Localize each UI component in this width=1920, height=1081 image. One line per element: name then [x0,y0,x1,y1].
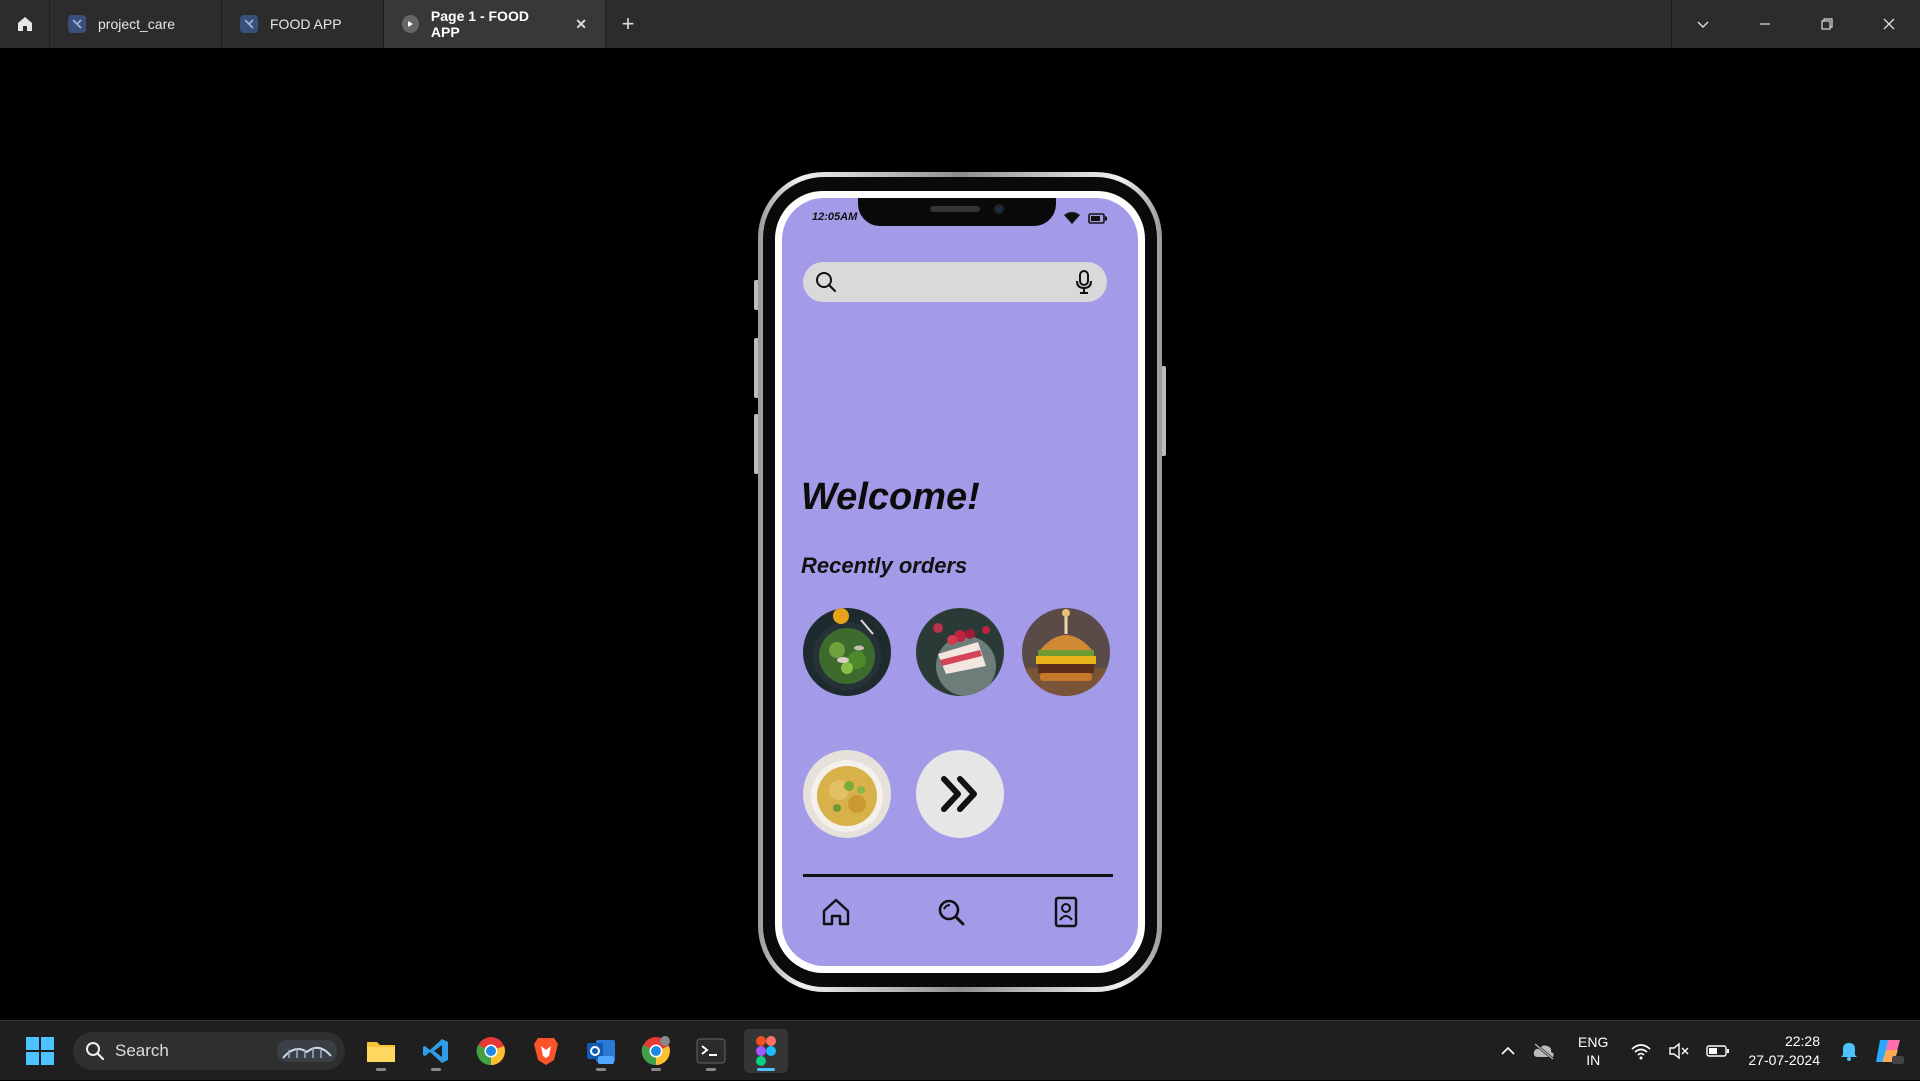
phone-screen: 12:05AM Welcome! Recently orders [782,198,1138,966]
tab-label: FOOD APP [270,16,342,32]
figma-icon [756,1035,776,1066]
battery-status[interactable] [1706,1044,1730,1058]
battery-icon [1706,1045,1730,1057]
vscode-icon [423,1038,448,1063]
chrome-icon [641,1035,670,1065]
outlook-icon [587,1039,615,1064]
tabs-dropdown-button[interactable] [1672,0,1734,48]
minimize-icon [1760,23,1770,25]
clock[interactable]: 22:28 27-07-2024 [1748,1032,1820,1070]
home-icon [822,898,850,926]
recent-orders-heading: Recently orders [801,553,968,578]
vscode-app[interactable] [414,1029,458,1073]
taskbar: Search ENG IN 22:28 27-07-2024 [0,1020,1920,1080]
terminal-icon [696,1038,726,1063]
home-icon [17,17,32,31]
tab-project-care[interactable]: project_care [50,0,222,48]
nav-search[interactable] [933,894,969,930]
phone-frame: 12:05AM Welcome! Recently orders [758,172,1162,992]
brave-lion-icon [534,1037,558,1065]
volume-status[interactable] [1668,1042,1690,1060]
close-tab-icon[interactable]: ✕ [575,16,587,33]
search-icon [816,272,837,293]
system-tray: ENG IN 22:28 27-07-2024 [1492,1021,1920,1081]
play-icon [402,15,419,33]
onedrive-status[interactable] [1532,1042,1556,1060]
status-icons [1064,212,1108,224]
bottom-nav-divider [803,874,1113,877]
search-icon [938,899,965,926]
close-window-button[interactable] [1858,0,1920,48]
copilot-icon [1876,1040,1904,1064]
lang-line1: ENG [1578,1034,1609,1050]
figma-file-icon [68,15,86,33]
search-icon [86,1041,105,1060]
battery-icon [1088,212,1107,224]
windows-logo-icon [26,1036,54,1065]
search-input[interactable] [803,262,1107,302]
file-explorer-app[interactable] [359,1029,403,1073]
copilot-button[interactable] [1874,1036,1904,1066]
recent-order-salad[interactable] [803,608,891,696]
taskbar-search-input[interactable]: Search [73,1031,345,1070]
chevron-up-icon [1501,1046,1515,1055]
speaker-muted-icon [1669,1042,1689,1060]
recent-order-burger[interactable] [1022,608,1110,696]
search-highlight-illustration-icon [277,1039,337,1062]
tab-label: project_care [98,16,176,32]
tab-label: Page 1 - FOOD APP [430,8,529,40]
chrome-profile-app[interactable] [634,1029,678,1073]
tab-food-app[interactable]: FOOD APP [222,0,384,48]
restore-icon [1821,18,1833,30]
cloud-off-icon [1533,1043,1554,1060]
phone-notch [858,198,1056,226]
double-chevron-right-icon [941,776,977,812]
start-button[interactable] [18,1029,62,1073]
microphone-icon[interactable] [1075,270,1093,294]
close-icon [1883,18,1895,30]
taskbar-search-label: Search [115,1040,169,1060]
minimize-button[interactable] [1734,0,1796,48]
prototype-canvas: 12:05AM Welcome! Recently orders [0,48,1920,1020]
wifi-icon [1064,212,1080,224]
nav-home[interactable] [818,894,854,930]
welcome-heading: Welcome! [801,476,980,518]
clock-date: 27-07-2024 [1748,1052,1820,1068]
wifi-icon [1631,1044,1651,1060]
chrome-app[interactable] [469,1029,513,1073]
new-tab-button[interactable]: + [606,0,650,48]
recent-order-fried-rice[interactable] [803,750,891,838]
show-hidden-icons-button[interactable] [1500,1043,1516,1059]
terminal-app[interactable] [689,1029,733,1073]
recent-order-cake[interactable] [916,608,1004,696]
language-indicator[interactable]: ENG IN [1578,1033,1608,1069]
chrome-icon [476,1036,505,1065]
status-time: 12:05AM [812,211,858,223]
title-bar: project_care FOOD APP Page 1 - FOOD APP … [0,0,1920,48]
network-status[interactable] [1630,1042,1652,1060]
chevron-down-icon [1697,21,1709,28]
figma-file-icon [240,15,258,33]
view-more-orders-button[interactable] [916,750,1004,838]
restore-button[interactable] [1796,0,1858,48]
lang-line2: IN [1586,1052,1601,1068]
nav-profile[interactable] [1048,894,1084,930]
outlook-app[interactable] [579,1029,623,1073]
tab-page1-food-app[interactable]: Page 1 - FOOD APP ✕ [384,0,606,48]
figma-app[interactable] [744,1028,788,1073]
bell-icon [1841,1043,1857,1061]
notifications-button[interactable] [1840,1041,1858,1061]
home-tab-button[interactable] [0,0,50,48]
profile-icon [1054,896,1078,928]
clock-time: 22:28 [1784,1033,1820,1049]
brave-app[interactable] [524,1029,568,1073]
folder-icon [367,1041,395,1062]
